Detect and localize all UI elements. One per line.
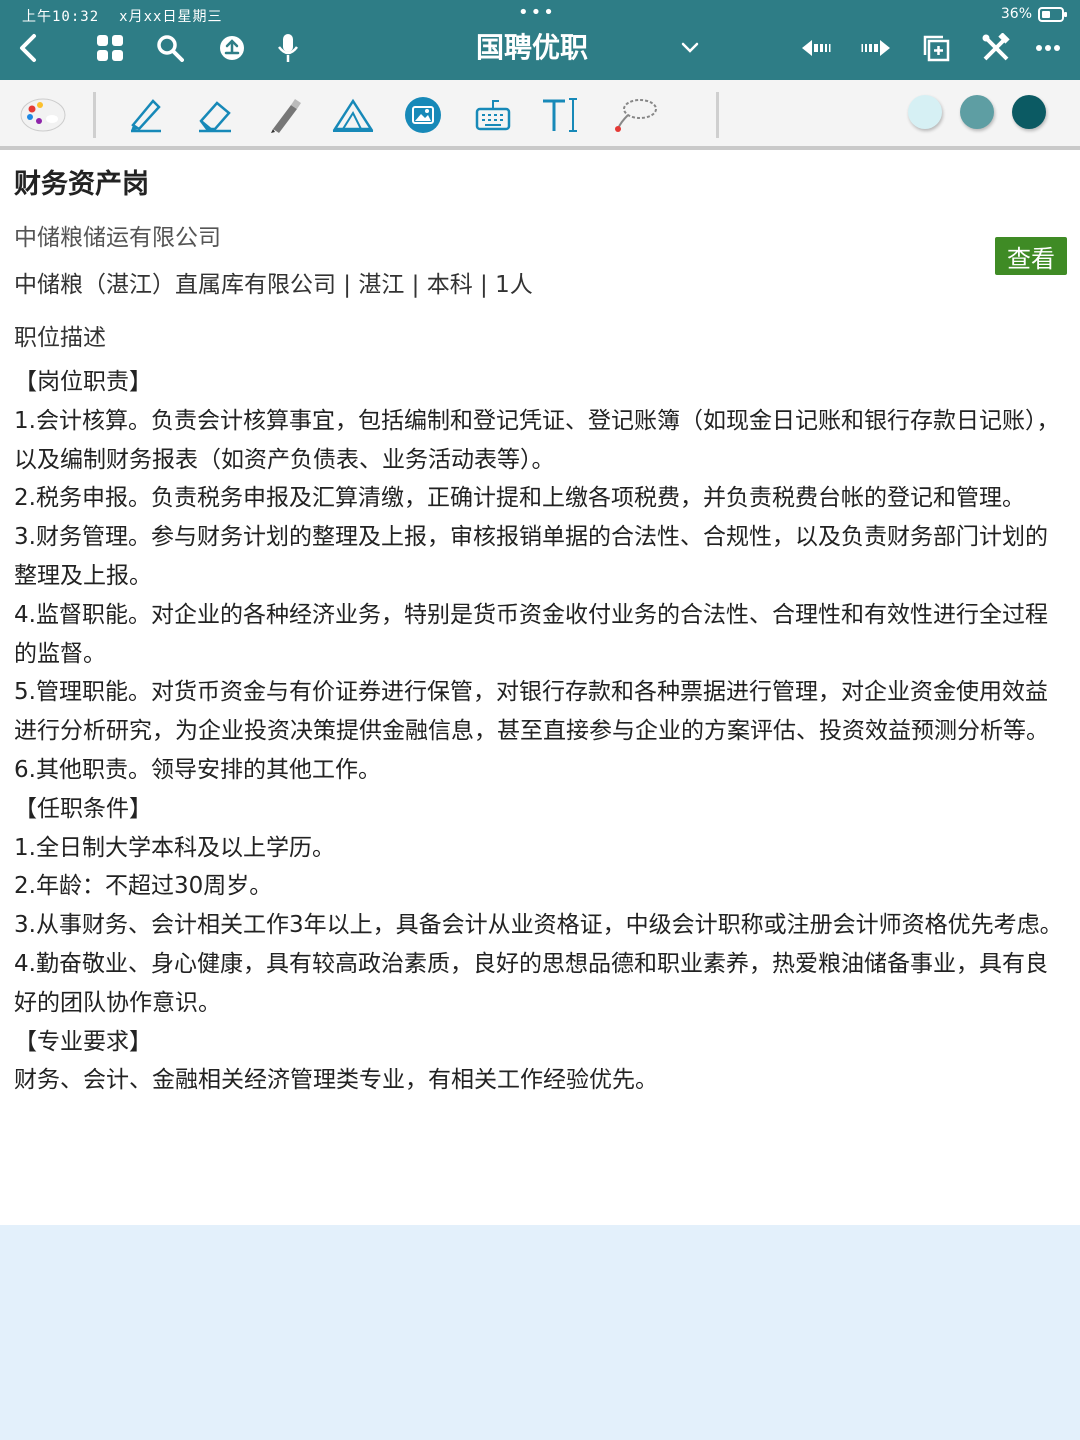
status-bar-left: 上午10:32 x月xx日星期三 xyxy=(22,6,222,26)
status-date: x月xx日星期三 xyxy=(119,9,223,25)
insert-image-icon[interactable] xyxy=(398,92,448,138)
palette-icon[interactable] xyxy=(18,92,68,138)
job-detail-card: 财务资产岗 中储粮储运有限公司 中储粮（湛江）直属库有限公司 | 湛江 | 本科… xyxy=(0,150,1080,1225)
description-line: 3.从事财务、会计相关工作3年以上，具备会计从业资格证，中级会计职称或注册会计师… xyxy=(14,912,1063,939)
microphone-icon[interactable] xyxy=(270,30,306,66)
color-swatch-light[interactable] xyxy=(908,95,942,129)
status-bar-right: 36% xyxy=(1000,6,1067,22)
add-page-icon[interactable] xyxy=(918,30,954,66)
description-line: 1.会计核算。负责会计核算事宜，包括编制和登记凭证、登记账簿（如现金日记账和银行… xyxy=(14,407,1060,473)
view-button[interactable]: 查看 xyxy=(995,237,1067,275)
description-line: 4.监督职能。对企业的各种经济业务，特别是货币资金收付业务的合法性、合理性和有效… xyxy=(14,601,1048,667)
description-line: 2.年龄：不超过30周岁。 xyxy=(14,873,273,900)
keyboard-icon[interactable] xyxy=(468,92,518,138)
status-dots: ••• xyxy=(518,2,556,23)
description-line: 2.税务申报。负责税务申报及汇算清缴，正确计提和上缴各项税费，并负责税费台帐的登… xyxy=(14,485,1025,512)
status-time: 上午10:32 xyxy=(22,9,100,25)
page-title: 国聘优职 xyxy=(476,31,589,64)
lasso-icon[interactable] xyxy=(610,92,660,138)
color-swatch-mid[interactable] xyxy=(960,95,994,129)
description-line: 4.勤奋敬业、身心健康，具有较高政治素质，良好的思想品德和职业素养，热爱粮油储备… xyxy=(14,950,1048,1016)
color-swatch-dark[interactable] xyxy=(1012,95,1046,129)
geometry-icon[interactable] xyxy=(328,92,378,138)
job-meta: 中储粮（湛江）直属库有限公司 | 湛江 | 本科 | 1人 xyxy=(14,272,533,298)
description-line: 财务、会计、金融相关经济管理类专业，有相关工作经验优先。 xyxy=(14,1067,658,1094)
apps-grid-icon[interactable] xyxy=(92,30,128,66)
toolbar-divider xyxy=(716,92,719,138)
chevron-down-icon[interactable] xyxy=(672,30,708,66)
description-line: 3.财务管理。参与财务计划的整理及上报，审核报销单据的合法性、合规性，以及负责财… xyxy=(14,524,1048,589)
undo-icon[interactable] xyxy=(798,30,834,66)
description-line: 5.管理职能。对货币资金与有价证券进行保管，对银行存款和各种票据进行管理，对企业… xyxy=(14,679,1049,745)
eraser-icon[interactable] xyxy=(190,92,240,138)
description-line: 6.其他职责。领导安排的其他工作。 xyxy=(14,756,381,783)
share-icon[interactable] xyxy=(214,30,250,66)
section-label-description: 职位描述 xyxy=(14,325,106,351)
toolbar-divider xyxy=(93,92,96,138)
description-line: 1.全日制大学本科及以上学历。 xyxy=(14,834,335,861)
app-bar: 上午10:32 x月xx日星期三 ••• 36% 国聘优职 xyxy=(0,0,1080,80)
highlighter-icon[interactable] xyxy=(120,92,170,138)
description-line: 【岗位职责】 xyxy=(14,369,152,395)
back-icon[interactable] xyxy=(10,30,46,66)
job-title: 财务资产岗 xyxy=(14,169,149,200)
company-name: 中储粮储运有限公司 xyxy=(14,225,221,251)
search-icon[interactable] xyxy=(152,30,188,66)
text-tool-icon[interactable] xyxy=(536,92,586,138)
pen-icon[interactable] xyxy=(260,92,310,138)
job-description: 【岗位职责】 1.会计核算。负责会计核算事宜，包括编制和登记凭证、登记账簿（如现… xyxy=(14,363,1066,1100)
more-options-icon[interactable] xyxy=(1030,30,1066,66)
description-line: 【任职条件】 xyxy=(14,795,152,822)
redo-icon[interactable] xyxy=(858,30,894,66)
battery-percent: 36% xyxy=(1000,6,1032,22)
battery-icon xyxy=(1038,6,1067,22)
description-line: 【专业要求】 xyxy=(14,1028,152,1055)
tools-icon[interactable] xyxy=(978,30,1014,66)
